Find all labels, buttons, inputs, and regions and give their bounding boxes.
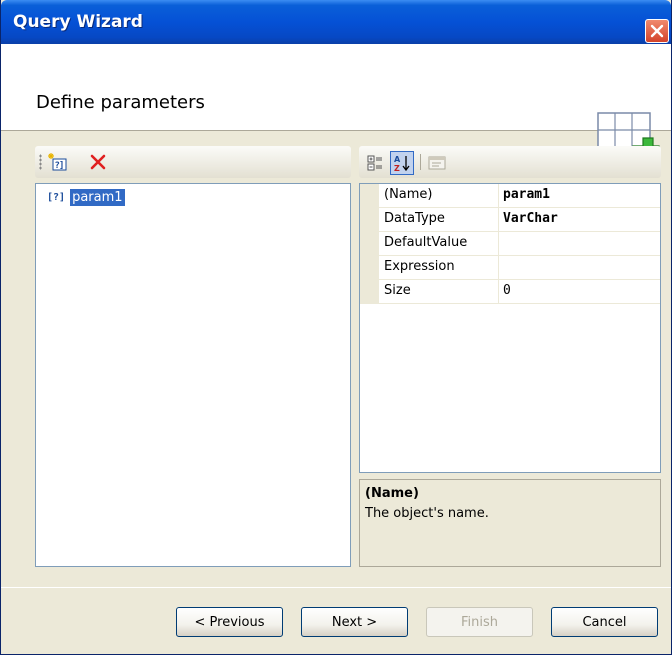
row-margin: [360, 208, 379, 232]
property-row-defaultvalue[interactable]: DefaultValue: [360, 232, 660, 256]
property-pages-button[interactable]: [425, 151, 449, 175]
query-wizard-window: Query Wizard Define parameters ?] [?] p…: [0, 0, 672, 655]
description-text: The object's name.: [365, 506, 489, 521]
property-grid[interactable]: (Name) param1 DataType VarChar DefaultVa…: [359, 183, 661, 473]
close-button[interactable]: [645, 19, 669, 43]
finish-button[interactable]: Finish: [426, 607, 533, 637]
categorized-button[interactable]: [363, 151, 387, 175]
delete-parameter-button[interactable]: [87, 151, 109, 173]
property-name: DataType: [384, 211, 445, 226]
row-margin: [360, 280, 379, 304]
previous-button[interactable]: < Previous: [176, 607, 283, 637]
property-row-expression[interactable]: Expression: [360, 256, 660, 280]
add-parameter-button[interactable]: ? ]: [47, 151, 69, 173]
page-title: Define parameters: [36, 92, 205, 113]
property-pages-icon: [428, 156, 446, 170]
property-value[interactable]: VarChar: [503, 211, 558, 226]
property-name: (Name): [384, 187, 433, 202]
column-divider: [498, 184, 499, 208]
sort-alphabetical-button[interactable]: A Z: [390, 151, 414, 175]
categorized-icon: [367, 155, 382, 171]
parameter-icon: [?]: [47, 192, 66, 203]
row-margin: [360, 184, 379, 208]
property-row-size[interactable]: Size 0: [360, 280, 660, 304]
add-parameter-icon: ? ]: [48, 153, 67, 171]
parameters-toolbar: ? ]: [35, 146, 351, 178]
svg-text:A: A: [394, 155, 401, 164]
column-divider: [498, 232, 499, 256]
property-name: DefaultValue: [384, 235, 468, 250]
next-button[interactable]: Next >: [301, 607, 408, 637]
row-margin: [360, 256, 379, 280]
property-description: (Name) The object's name.: [359, 479, 661, 567]
parameter-label[interactable]: param1: [70, 189, 125, 206]
column-divider: [498, 208, 499, 232]
row-margin: [360, 232, 379, 256]
list-item[interactable]: [?] param1: [47, 189, 125, 206]
property-row-name[interactable]: (Name) param1: [360, 184, 660, 208]
window-title: Query Wizard: [13, 12, 143, 32]
property-row-datatype[interactable]: DataType VarChar: [360, 208, 660, 232]
column-divider: [498, 256, 499, 280]
parameters-list[interactable]: [?] param1: [35, 183, 351, 567]
svg-text:Z: Z: [394, 164, 400, 172]
property-value[interactable]: param1: [503, 187, 550, 202]
wizard-header: Define parameters: [1, 44, 671, 166]
column-divider: [498, 280, 499, 304]
svg-text:]: ]: [59, 161, 64, 171]
property-name: Expression: [384, 259, 455, 274]
sort-alphabetical-icon: A Z: [394, 155, 410, 172]
cancel-button[interactable]: Cancel: [551, 607, 658, 637]
close-icon: [650, 24, 664, 38]
footer-divider: [1, 587, 671, 588]
property-name: Size: [384, 283, 411, 298]
description-title: (Name): [365, 486, 419, 501]
delete-icon: [90, 154, 106, 170]
toolbar-separator: [420, 154, 421, 170]
title-bar[interactable]: Query Wizard: [1, 0, 671, 44]
toolbar-grip[interactable]: [39, 154, 42, 170]
property-value[interactable]: 0: [503, 283, 511, 298]
property-grid-toolbar: A Z: [359, 146, 661, 178]
